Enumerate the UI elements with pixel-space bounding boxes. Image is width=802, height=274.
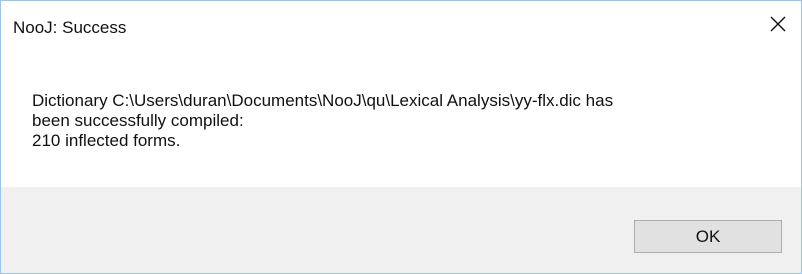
message-line-3: 210 inflected forms.	[32, 131, 181, 150]
close-icon	[770, 16, 786, 32]
message-line-1: Dictionary C:\Users\duran\Documents\NooJ…	[32, 91, 614, 110]
dialog-title: NooJ: Success	[13, 18, 127, 37]
message-line-2: been successfully compiled:	[32, 111, 244, 130]
dialog-content: Dictionary C:\Users\duran\Documents\NooJ…	[1, 47, 801, 187]
button-bar: OK	[1, 187, 801, 273]
message-text: Dictionary C:\Users\duran\Documents\NooJ…	[32, 91, 772, 151]
title-bar[interactable]: NooJ: Success	[1, 1, 801, 47]
ok-button[interactable]: OK	[634, 220, 782, 253]
close-button[interactable]	[755, 1, 801, 47]
success-dialog: NooJ: Success Dictionary C:\Users\duran\…	[0, 0, 802, 274]
